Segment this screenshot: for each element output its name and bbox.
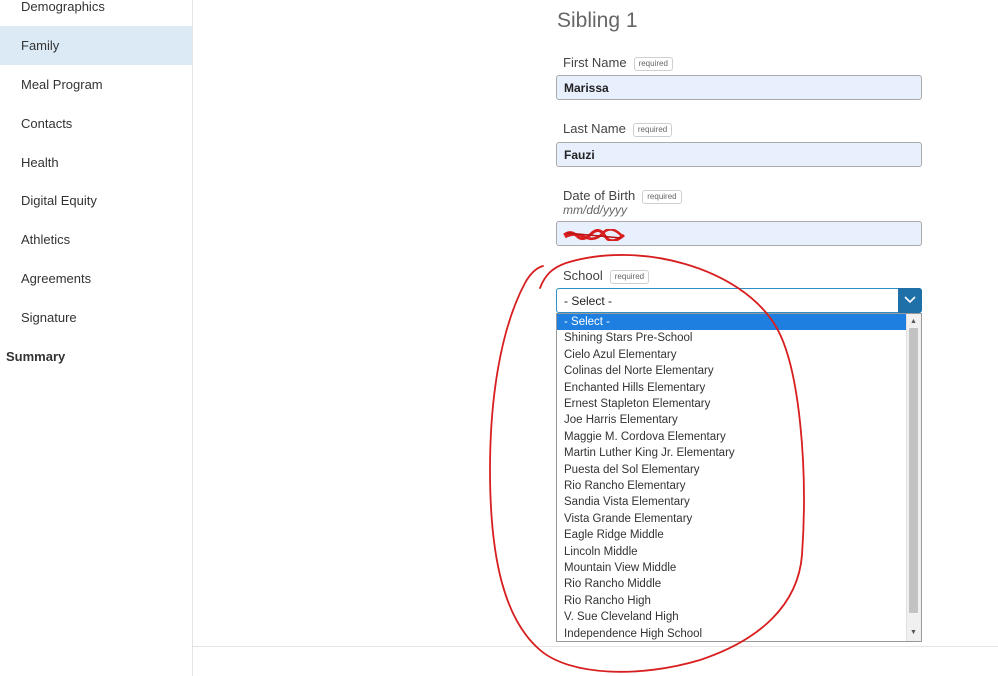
section-title: Sibling 1 [557, 9, 638, 32]
dob-label: Date of Birth required [563, 188, 682, 204]
first-name-label-text: First Name [563, 55, 627, 70]
sidebar-item-digital-equity[interactable]: Digital Equity [0, 181, 192, 220]
school-option[interactable]: - Select - [557, 314, 908, 330]
school-select-value: - Select - [564, 294, 613, 308]
school-option[interactable]: Sandia Vista Elementary [557, 494, 908, 510]
school-option[interactable]: Puesta del Sol Elementary [557, 462, 908, 478]
chevron-down-icon [904, 296, 916, 304]
last-name-label-text: Last Name [563, 121, 626, 136]
sidebar-item-family[interactable]: Family [0, 26, 192, 65]
school-label-text: School [563, 268, 603, 283]
sidebar-item-demographics[interactable]: Demographics [0, 0, 192, 26]
dropdown-scrollbar[interactable]: ▲ ▼ [906, 314, 921, 641]
school-option[interactable]: Ernest Stapleton Elementary [557, 396, 908, 412]
required-badge: required [642, 189, 682, 204]
sidebar-item-athletics[interactable]: Athletics [0, 220, 192, 259]
school-label: School required [563, 268, 650, 284]
school-option[interactable]: Vista Grande Elementary [557, 511, 908, 527]
school-option[interactable]: Mountain View Middle [557, 560, 908, 576]
school-option[interactable]: Enchanted Hills Elementary [557, 380, 908, 396]
school-option[interactable]: Maggie M. Cordova Elementary [557, 429, 908, 445]
scroll-thumb[interactable] [909, 328, 918, 613]
select-arrow-button[interactable] [898, 288, 922, 313]
last-name-label: Last Name required [563, 121, 673, 137]
sidebar-item-agreements[interactable]: Agreements [0, 259, 192, 298]
first-name-input[interactable] [556, 75, 922, 100]
school-option[interactable]: Joe Harris Elementary [557, 412, 908, 428]
scroll-down-arrow-icon[interactable]: ▼ [910, 628, 917, 638]
school-select[interactable]: - Select - [556, 288, 922, 313]
school-option[interactable]: Martin Luther King Jr. Elementary [557, 445, 908, 461]
sidebar-item-meal-program[interactable]: Meal Program [0, 65, 192, 104]
sidebar-item-signature[interactable]: Signature [0, 298, 192, 337]
school-option[interactable]: Shining Stars Pre-School [557, 330, 908, 346]
sidebar-item-contacts[interactable]: Contacts [0, 104, 192, 143]
school-dropdown-list[interactable]: - Select - Shining Stars Pre-School Ciel… [556, 313, 922, 642]
school-option[interactable]: Rio Rancho Elementary [557, 478, 908, 494]
school-option[interactable]: Colinas del Norte Elementary [557, 363, 908, 379]
last-name-input[interactable] [556, 142, 922, 167]
dob-label-text: Date of Birth [563, 188, 636, 203]
school-option[interactable]: Rio Rancho High [557, 593, 908, 609]
school-option[interactable]: V. Sue Cleveland High [557, 609, 908, 625]
dob-format-hint: mm/dd/yyyy [563, 203, 628, 217]
sidebar-item-health[interactable]: Health [0, 143, 192, 182]
required-badge: required [609, 269, 650, 284]
redaction-scribble [563, 229, 625, 241]
footer-divider [192, 646, 998, 647]
school-option[interactable]: Rio Rancho Middle [557, 576, 908, 592]
sidebar-nav: Demographics Family Meal Program Contact… [0, 0, 193, 676]
school-option[interactable]: Eagle Ridge Middle [557, 527, 908, 543]
first-name-label: First Name required [563, 55, 673, 71]
required-badge: required [632, 122, 673, 137]
required-badge: required [633, 56, 673, 71]
sidebar-item-summary[interactable]: Summary [0, 337, 192, 376]
school-option[interactable]: Lincoln Middle [557, 544, 908, 560]
school-option[interactable]: Independence High School [557, 626, 908, 641]
school-option[interactable]: Cielo Azul Elementary [557, 347, 908, 363]
scroll-up-arrow-icon[interactable]: ▲ [910, 317, 917, 327]
